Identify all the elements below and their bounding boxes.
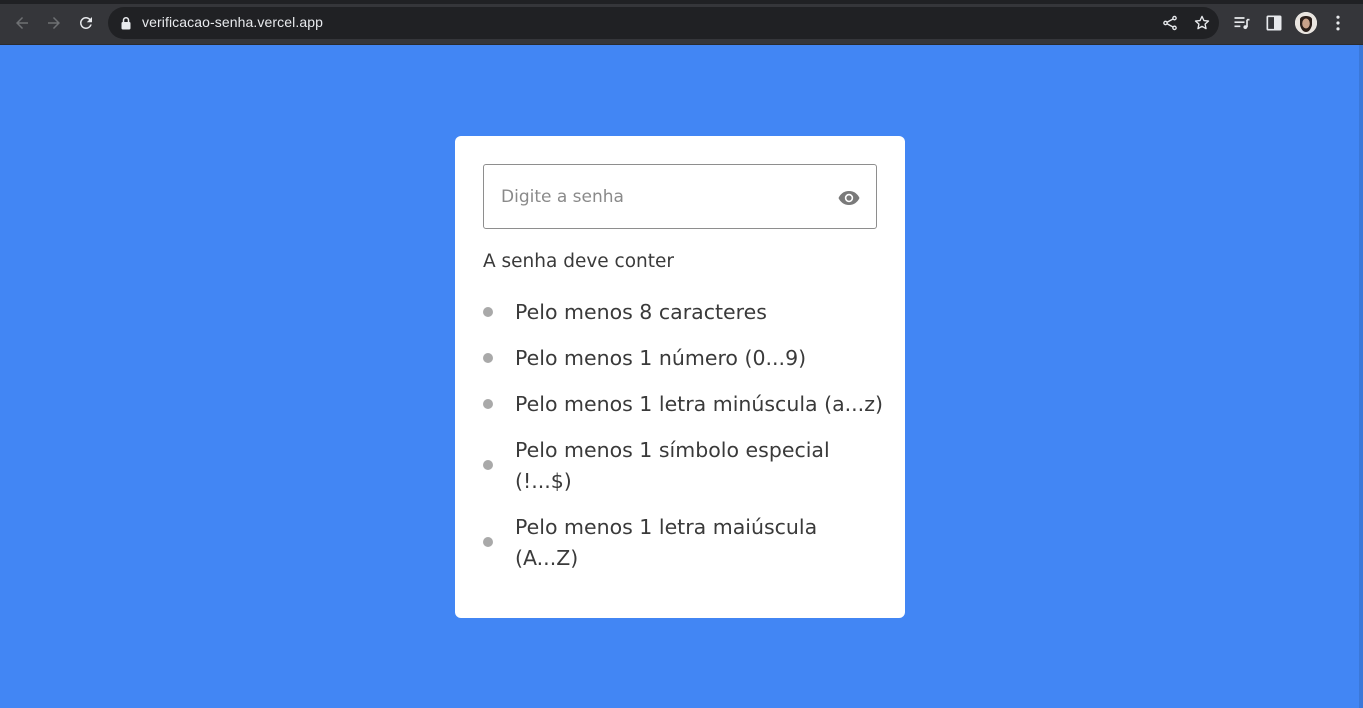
arrow-left-icon — [16, 17, 28, 29]
reading-list-icon[interactable] — [1232, 13, 1252, 33]
address-bar[interactable]: verificacao-senha.vercel.app — [108, 7, 1219, 39]
star-icon[interactable] — [1193, 14, 1211, 32]
profile-avatar[interactable] — [1295, 12, 1317, 34]
requirement-item: Pelo menos 1 letra maiúscula (A...Z) — [483, 511, 883, 573]
requirement-item: Pelo menos 1 letra minúscula (a...z) — [483, 388, 883, 419]
requirement-item: Pelo menos 1 símbolo especial (!...$) — [483, 434, 883, 496]
url-text: verificacao-senha.vercel.app — [142, 14, 324, 30]
window-edge — [1359, 45, 1363, 708]
avatar-image — [1295, 12, 1317, 34]
lock-icon — [121, 16, 131, 30]
reload-icon — [79, 16, 92, 29]
arrow-right-icon — [48, 17, 60, 29]
bullet-dot-icon — [483, 353, 493, 363]
back-button[interactable] — [9, 10, 35, 36]
browser-toolbar: verificacao-senha.vercel.app — [0, 0, 1363, 45]
kebab-menu-icon[interactable] — [1328, 13, 1348, 33]
show-password-button[interactable] — [837, 186, 861, 210]
bullet-dot-icon — [483, 537, 493, 547]
bullet-dot-icon — [483, 307, 493, 317]
bullet-dot-icon — [483, 460, 493, 470]
tab-strip — [0, 0, 1363, 4]
reload-button[interactable] — [73, 10, 99, 36]
requirement-label: Pelo menos 1 letra maiúscula (A...Z) — [515, 515, 818, 570]
share-icon[interactable] — [1161, 14, 1179, 32]
password-card: A senha deve conter Pelo menos 8 caracte… — [455, 136, 905, 618]
requirement-label: Pelo menos 8 caracteres — [515, 300, 767, 324]
password-field[interactable] — [483, 164, 877, 229]
requirement-item: Pelo menos 8 caracteres — [483, 296, 883, 327]
requirement-item: Pelo menos 1 número (0...9) — [483, 342, 883, 373]
bullet-dot-icon — [483, 399, 493, 409]
forward-button[interactable] — [41, 10, 67, 36]
eye-icon — [838, 191, 860, 205]
side-panel-icon[interactable] — [1264, 13, 1284, 33]
requirements-title: A senha deve conter — [483, 251, 675, 272]
requirement-label: Pelo menos 1 letra minúscula (a...z) — [515, 392, 883, 416]
requirement-label: Pelo menos 1 símbolo especial (!...$) — [515, 438, 830, 493]
requirement-label: Pelo menos 1 número (0...9) — [515, 346, 807, 370]
password-input[interactable] — [501, 183, 821, 211]
